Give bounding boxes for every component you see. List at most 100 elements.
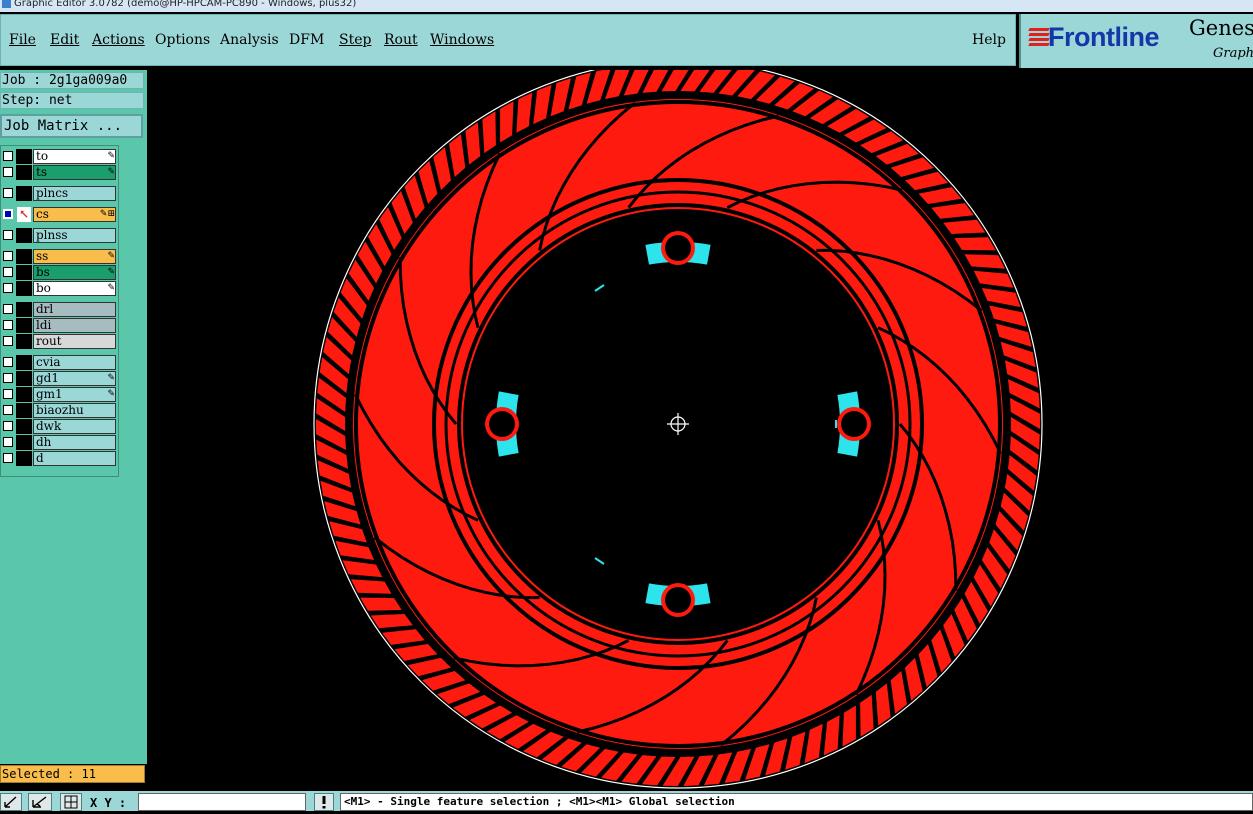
layer-checkbox[interactable] <box>3 336 13 346</box>
layer-name[interactable]: ts <box>33 165 116 180</box>
layer-color-swatch[interactable] <box>16 387 32 402</box>
menu-rout-label: Rout <box>384 32 418 48</box>
layer-checkbox[interactable] <box>3 389 13 399</box>
layer-row-dwk[interactable]: dwk <box>1 419 118 434</box>
layer-color-swatch[interactable] <box>16 435 32 450</box>
layer-color-swatch[interactable] <box>16 355 32 370</box>
layer-name[interactable]: ss <box>33 249 116 264</box>
layer-name[interactable]: gd1 <box>33 371 116 386</box>
layer-row-plnss[interactable]: plnss <box>1 228 118 243</box>
bottom-toolbar: X Y : <M1> - Single feature selection ; … <box>0 791 1253 811</box>
menu-options[interactable]: Options <box>155 32 210 48</box>
layer-color-swatch[interactable] <box>16 451 32 466</box>
layer-color-swatch[interactable] <box>16 281 32 296</box>
graphic-canvas[interactable] <box>147 70 1253 789</box>
work-layer-arrow-icon[interactable]: ↖ <box>17 207 31 222</box>
layer-checkbox[interactable] <box>3 283 13 293</box>
layer-checkbox[interactable] <box>3 209 13 219</box>
app-icon <box>2 0 11 8</box>
layer-checkbox[interactable] <box>3 405 13 415</box>
layer-name[interactable]: dwk <box>33 419 116 434</box>
layer-row-bo[interactable]: bo ✎ <box>1 281 118 296</box>
pen-grid-icon: ✎⊞ <box>99 209 115 219</box>
layer-row-d[interactable]: d <box>1 451 118 466</box>
layer-checkbox[interactable] <box>3 251 13 261</box>
layer-color-swatch[interactable] <box>16 302 32 317</box>
layer-row-bs[interactable]: bs ✎ <box>1 265 118 280</box>
menu-step[interactable]: Step <box>339 32 371 48</box>
layer-color-swatch[interactable] <box>16 318 32 333</box>
layer-name[interactable]: bo <box>33 281 116 296</box>
layer-name[interactable]: cvia <box>33 355 116 370</box>
layer-name[interactable]: drl <box>33 302 116 317</box>
menu-file[interactable]: File <box>9 32 36 48</box>
layer-checkbox[interactable] <box>3 357 13 367</box>
layer-row-dh[interactable]: dh <box>1 435 118 450</box>
layer-row-plncs[interactable]: plncs <box>1 186 118 201</box>
layer-color-swatch[interactable] <box>16 228 32 243</box>
alert-button[interactable] <box>314 793 334 811</box>
step-name: Step: net <box>0 92 144 109</box>
pad-bottom-hole <box>665 587 691 613</box>
layer-row-to[interactable]: to ✎ <box>1 149 118 164</box>
layer-name[interactable]: plncs <box>33 186 116 201</box>
layer-checkbox[interactable] <box>3 167 13 177</box>
layer-name[interactable]: plnss <box>33 228 116 243</box>
layer-row-gm1[interactable]: gm1 ✎ <box>1 387 118 402</box>
layer-checkbox[interactable] <box>3 151 13 161</box>
layer-row-biaozhu[interactable]: biaozhu <box>1 403 118 418</box>
layer-name[interactable]: biaozhu <box>33 403 116 418</box>
layer-checkbox[interactable] <box>3 437 13 447</box>
layer-name[interactable]: bs <box>33 265 116 280</box>
menu-windows[interactable]: Windows <box>430 32 494 48</box>
layer-color-swatch[interactable] <box>16 265 32 280</box>
layer-name[interactable]: to <box>33 149 116 164</box>
layer-color-swatch[interactable] <box>16 186 32 201</box>
layer-row-cs[interactable]: ↖ cs ✎⊞ <box>1 207 118 222</box>
menu-rout[interactable]: Rout <box>384 32 418 48</box>
layer-row-rout[interactable]: rout <box>1 334 118 349</box>
menu-edit[interactable]: Edit <box>50 32 79 48</box>
status-message: <M1> - Single feature selection ; <M1><M… <box>340 793 1253 811</box>
layer-name[interactable]: dh <box>33 435 116 450</box>
window-title-bar: Graphic Editor 3.0782 (demo@HP-HPCAM-PC8… <box>0 0 1253 12</box>
layer-color-swatch[interactable] <box>16 165 32 180</box>
layer-checkbox[interactable] <box>3 373 13 383</box>
xy-input[interactable] <box>138 793 306 811</box>
pen-icon: ✎ <box>107 167 115 177</box>
menu-dfm[interactable]: DFM <box>289 32 324 48</box>
measure-button[interactable] <box>28 793 52 811</box>
menu-dfm-label: DFM <box>289 32 325 48</box>
menu-windows-label: Windows <box>430 32 495 48</box>
layer-row-ldi[interactable]: ldi <box>1 318 118 333</box>
job-matrix-button[interactable]: Job Matrix ... <box>0 114 143 138</box>
layer-row-cvia[interactable]: cvia <box>1 355 118 370</box>
layer-color-swatch[interactable] <box>16 419 32 434</box>
layer-checkbox[interactable] <box>3 267 13 277</box>
layer-name[interactable]: d <box>33 451 116 466</box>
layer-checkbox[interactable] <box>3 230 13 240</box>
layer-checkbox[interactable] <box>3 188 13 198</box>
layer-color-swatch[interactable] <box>16 149 32 164</box>
menu-analysis[interactable]: Analysis <box>220 32 279 48</box>
snap-grid-button[interactable] <box>60 793 82 811</box>
layer-color-swatch[interactable] <box>16 403 32 418</box>
layer-name[interactable]: ldi <box>33 318 116 333</box>
layer-checkbox[interactable] <box>3 421 13 431</box>
layer-color-swatch[interactable] <box>16 249 32 264</box>
layer-checkbox[interactable] <box>3 320 13 330</box>
menu-help[interactable]: Help <box>972 32 1006 48</box>
layer-name[interactable]: gm1 <box>33 387 116 402</box>
layer-row-ts[interactable]: ts ✎ <box>1 165 118 180</box>
layer-checkbox[interactable] <box>3 304 13 314</box>
zoom-fit-button[interactable] <box>0 793 22 811</box>
layer-row-gd1[interactable]: gd1 ✎ <box>1 371 118 386</box>
menu-actions[interactable]: Actions <box>92 32 145 48</box>
layer-checkbox[interactable] <box>3 453 13 463</box>
layer-color-swatch[interactable] <box>16 371 32 386</box>
layer-row-drl[interactable]: drl <box>1 302 118 317</box>
layer-name[interactable]: rout <box>33 334 116 349</box>
layer-color-swatch[interactable] <box>16 334 32 349</box>
layer-row-ss[interactable]: ss ✎ <box>1 249 118 264</box>
pad-top-hole <box>665 235 691 261</box>
